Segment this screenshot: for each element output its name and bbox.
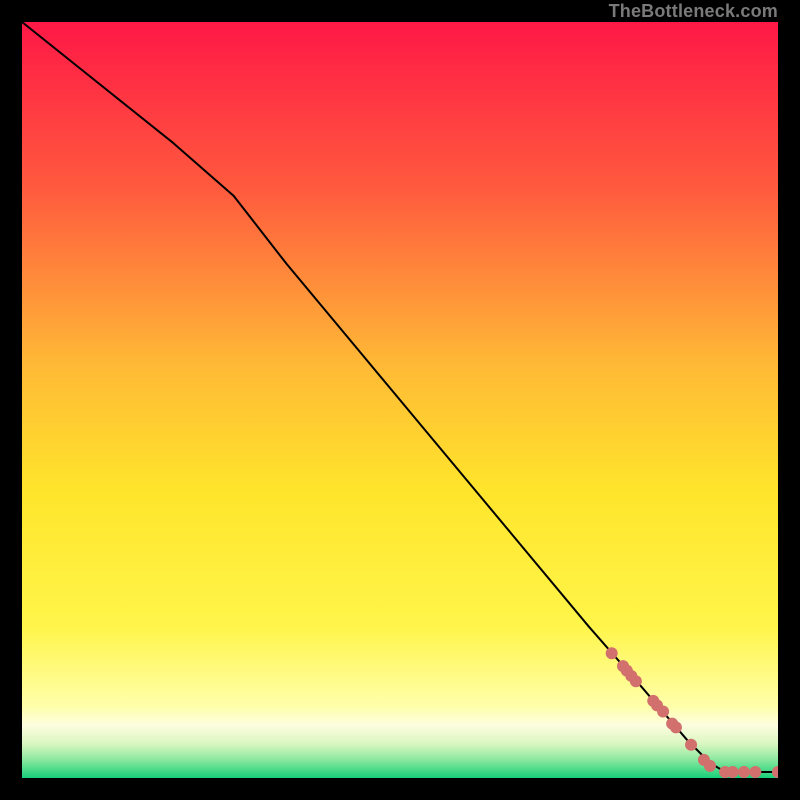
series-dots-point	[704, 760, 716, 772]
chart-svg	[22, 22, 778, 778]
series-dots-point	[749, 766, 761, 778]
series-dots-point	[738, 766, 750, 778]
series-dots-point	[670, 721, 682, 733]
chart-frame: TheBottleneck.com	[0, 0, 800, 800]
series-dots-point	[606, 647, 618, 659]
watermark-text: TheBottleneck.com	[609, 0, 778, 22]
plot-area	[22, 22, 778, 778]
series-dots-point	[685, 739, 697, 751]
series-dots-point	[657, 705, 669, 717]
series-dots-point	[727, 766, 739, 778]
series-dots-point	[630, 675, 642, 687]
